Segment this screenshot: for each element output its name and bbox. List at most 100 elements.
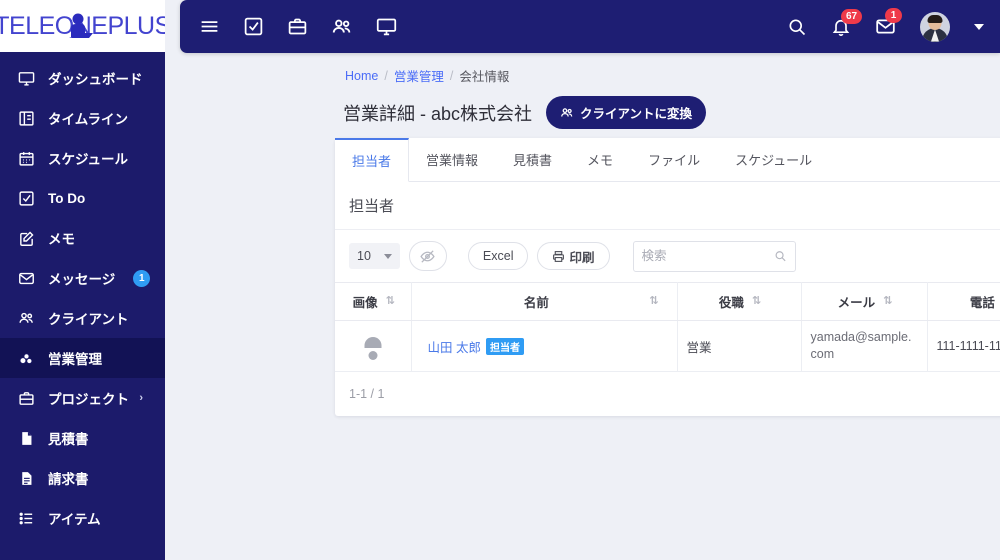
chevron-down-icon bbox=[383, 253, 392, 259]
tab-files[interactable]: ファイル bbox=[631, 138, 718, 181]
sort-icon: ⇅ bbox=[883, 295, 892, 307]
table-row: 山田 太郎 担当者 営業 yamada@sample.com 111-1111-1… bbox=[335, 320, 1000, 372]
sidebar-item-dashboard[interactable]: ダッシュボード bbox=[0, 58, 165, 98]
column-header-image[interactable]: 画像 ⇅ bbox=[335, 282, 412, 321]
convert-to-client-button[interactable]: クライアントに変換 bbox=[546, 96, 707, 129]
users-icon bbox=[561, 107, 573, 117]
check-square-icon[interactable] bbox=[243, 16, 264, 37]
main-content: 67 1 Home / 営業管理 / 会社情報 営業詳細 - abc株式会社 ク… bbox=[165, 0, 1000, 560]
hamburger-icon[interactable] bbox=[199, 16, 220, 37]
sidebar-item-quotation[interactable]: 見積書 bbox=[0, 418, 165, 458]
sales-icon bbox=[17, 349, 36, 368]
tab-label: 担当者 bbox=[352, 154, 392, 169]
sidebar: TELEONEPLUS ダッシュボード タイムライン bbox=[0, 0, 165, 560]
column-label: 役職 bbox=[718, 296, 744, 310]
avatar[interactable] bbox=[920, 11, 950, 42]
sidebar-item-label: To Do bbox=[48, 190, 86, 206]
sidebar-item-sales[interactable]: 営業管理 bbox=[0, 338, 165, 378]
chevron-right-icon: › bbox=[139, 392, 143, 404]
print-button[interactable]: 印刷 bbox=[537, 242, 610, 270]
sidebar-item-label: メモ bbox=[48, 232, 75, 247]
logo-person-icon bbox=[69, 13, 93, 38]
search-box[interactable] bbox=[632, 240, 796, 272]
column-visibility-toggle[interactable] bbox=[408, 241, 447, 271]
sidebar-item-todo[interactable]: To Do bbox=[0, 178, 165, 218]
message-envelope-button[interactable]: 1 bbox=[875, 8, 902, 37]
section-header: 担当者 担当者追加 bbox=[335, 182, 1000, 230]
search-icon[interactable] bbox=[787, 17, 807, 37]
file-lines-icon bbox=[17, 469, 36, 488]
briefcase-icon[interactable] bbox=[287, 16, 308, 37]
breadcrumb-section[interactable]: 営業管理 bbox=[394, 66, 444, 85]
sidebar-item-label: アイテム bbox=[48, 512, 101, 527]
eye-slash-icon bbox=[420, 249, 436, 263]
assignees-table: 画像⇅ 名前⇅ 役職⇅ メール⇅ 電話⇅ 削除 山田 太郎担当者 bbox=[335, 282, 1000, 372]
sidebar-item-timeline[interactable]: タイムライン bbox=[0, 98, 165, 138]
table-header-row: 画像⇅ 名前⇅ 役職⇅ メール⇅ 電話⇅ 削除 bbox=[335, 282, 1000, 321]
column-label: 電話 bbox=[969, 296, 995, 310]
excel-export-button[interactable]: Excel bbox=[467, 242, 529, 270]
sidebar-item-projects[interactable]: プロジェクト › bbox=[0, 378, 165, 418]
cell-phone: 111-1111-1111 bbox=[927, 320, 1000, 372]
column-header-name[interactable]: 名前 ⇅ bbox=[411, 282, 678, 321]
assignee-name-link[interactable]: 山田 太郎 bbox=[428, 341, 481, 355]
tab-quotation[interactable]: 見積書 bbox=[496, 138, 570, 181]
breadcrumb-home[interactable]: Home bbox=[345, 69, 378, 83]
tab-label: スケジュール bbox=[735, 153, 813, 168]
search-icon bbox=[775, 251, 786, 262]
convert-to-client-label: クライアントに変換 bbox=[580, 107, 693, 121]
tab-schedule[interactable]: スケジュール bbox=[718, 138, 830, 181]
breadcrumb-separator: / bbox=[384, 68, 388, 83]
cell-image bbox=[335, 320, 412, 372]
sidebar-badge-messages: 1 bbox=[133, 269, 151, 287]
brand-logo[interactable]: TELEONEPLUS bbox=[0, 0, 165, 52]
sort-icon: ⇅ bbox=[751, 295, 761, 307]
notification-bell-button[interactable]: 67 bbox=[831, 8, 863, 37]
sidebar-item-schedule[interactable]: スケジュール bbox=[0, 138, 165, 178]
breadcrumb-separator: / bbox=[449, 68, 454, 83]
cell-email: yamada@sample.com bbox=[801, 320, 928, 372]
content-card: 担当者 営業情報 見積書 メモ ファイル スケジュール 担当者 担当者追加 10 bbox=[335, 138, 1000, 416]
sidebar-item-memo[interactable]: メモ bbox=[0, 218, 165, 258]
sidebar-item-messages[interactable]: メッセージ 1 bbox=[0, 258, 165, 298]
tab-assignees[interactable]: 担当者 bbox=[335, 138, 410, 182]
topbar-right-icons: 67 1 bbox=[787, 8, 1000, 42]
sidebar-item-label: 請求書 bbox=[48, 472, 89, 487]
monitor-icon[interactable] bbox=[376, 16, 397, 37]
sidebar-item-label: クライアント bbox=[48, 312, 129, 327]
app-root: TELEONEPLUS ダッシュボード タイムライン bbox=[0, 0, 1000, 560]
breadcrumb-current: 会社情報 bbox=[459, 70, 510, 84]
column-header-email[interactable]: メール ⇅ bbox=[801, 282, 928, 321]
users-icon bbox=[17, 309, 36, 328]
tab-bar: 担当者 営業情報 見積書 メモ ファイル スケジュール bbox=[335, 138, 1000, 182]
sidebar-item-label: ダッシュボード bbox=[48, 72, 143, 87]
cell-position: 営業 bbox=[677, 320, 802, 372]
sidebar-item-invoice[interactable]: 請求書 bbox=[0, 458, 165, 498]
sidebar-item-label: メッセージ bbox=[48, 272, 116, 287]
sidebar-item-label: タイムライン bbox=[48, 112, 129, 127]
users-icon[interactable] bbox=[331, 16, 353, 38]
timeline-icon bbox=[17, 109, 36, 128]
tab-memo[interactable]: メモ bbox=[570, 138, 631, 181]
table-header: 画像⇅ 名前⇅ 役職⇅ メール⇅ 電話⇅ 削除 bbox=[335, 282, 1000, 321]
search-input[interactable] bbox=[641, 249, 774, 263]
tab-label: 見積書 bbox=[513, 153, 553, 168]
assignee-role-badge: 担当者 bbox=[485, 337, 524, 355]
breadcrumb: Home / 営業管理 / 会社情報 bbox=[345, 66, 509, 85]
chevron-down-icon[interactable] bbox=[974, 23, 984, 30]
file-icon bbox=[17, 429, 36, 448]
sidebar-item-clients[interactable]: クライアント bbox=[0, 298, 165, 338]
tab-label: メモ bbox=[587, 153, 614, 168]
sidebar-item-items[interactable]: アイテム bbox=[0, 498, 165, 538]
tab-label: 営業情報 bbox=[426, 153, 479, 168]
sidebar-nav: ダッシュボード タイムライン スケジュール To Do メモ メッセージ 1 ク… bbox=[0, 52, 165, 560]
page-length-select[interactable]: 10 bbox=[349, 243, 400, 269]
excel-label: Excel bbox=[482, 249, 514, 263]
tab-label: ファイル bbox=[648, 153, 701, 168]
tab-sales-info[interactable]: 営業情報 bbox=[409, 138, 496, 181]
topbar: 67 1 bbox=[180, 0, 1000, 53]
column-header-position[interactable]: 役職 ⇅ bbox=[677, 282, 802, 321]
column-header-phone[interactable]: 電話⇅ bbox=[927, 282, 1000, 321]
calendar-icon bbox=[17, 149, 36, 168]
sidebar-item-label: スケジュール bbox=[48, 152, 129, 167]
